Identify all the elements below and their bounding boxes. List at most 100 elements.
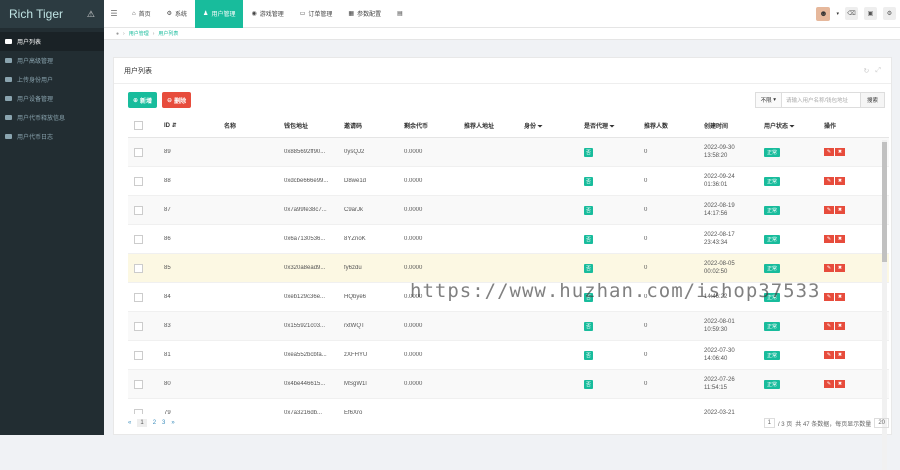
- search-button[interactable]: 搜索: [859, 93, 884, 107]
- breadcrumb-item[interactable]: 用户管理: [129, 30, 149, 37]
- sidebar-item-token-log[interactable]: 用户代币日志: [0, 127, 104, 146]
- delete-icon[interactable]: ✖: [835, 264, 845, 272]
- trash-icon[interactable]: ⌫: [845, 7, 858, 20]
- edit-icon[interactable]: ✎: [824, 380, 834, 388]
- row-checkbox[interactable]: [134, 350, 143, 360]
- agent-badge: 否: [584, 234, 594, 244]
- sidebar-item-label: 用户列表: [17, 40, 42, 46]
- sidebar-item-upload-identity[interactable]: 上传身份用户: [0, 70, 104, 89]
- chevron-down-icon[interactable]: ▾: [836, 11, 839, 17]
- sidebar-item-user-list[interactable]: 用户列表: [0, 32, 104, 51]
- pagination-info: 1 / 3 页 共 47 条数据，每页显示数量 20: [763, 418, 889, 428]
- tab-order-management[interactable]: ▭ 订单管理: [292, 0, 341, 28]
- edit-icon[interactable]: ✎: [824, 148, 834, 156]
- per-page-select[interactable]: 20: [874, 418, 889, 428]
- delete-icon[interactable]: ✖: [835, 206, 845, 214]
- row-checkbox[interactable]: [134, 176, 143, 186]
- table-row[interactable]: 88 0xdcbe666e99... D8we1d 0.0000 否 0 2022-09-2…: [128, 167, 889, 196]
- delete-button[interactable]: ⊖ 删除: [162, 92, 192, 108]
- tab-label: 订单管理: [308, 12, 333, 18]
- cell-wallet: 0x885692ff90...: [284, 149, 326, 155]
- col-status[interactable]: 用户状态 ⏷: [758, 121, 818, 131]
- edit-icon[interactable]: ✎: [824, 293, 834, 301]
- table-row[interactable]: 89 0x885692ff90... 0ysQJ2 0.0000 否 0 2022-09-3…: [128, 138, 889, 167]
- edit-icon[interactable]: ✎: [824, 206, 834, 214]
- menu-toggle-icon[interactable]: ☰: [104, 9, 124, 18]
- cell-tokens: 0.0000: [404, 178, 423, 184]
- panel-title: 用户列表: [124, 67, 152, 75]
- sidebar-item-token-release[interactable]: 用户代币释放信息: [0, 108, 104, 127]
- page-prev[interactable]: «: [128, 420, 131, 426]
- tab-user-management[interactable]: ♟ 用户管理: [195, 0, 244, 28]
- tab-more[interactable]: ▤: [389, 0, 411, 28]
- table-row[interactable]: 80 0x4be446615... MSgW1l 0.0000 否 0 2022-07-26…: [128, 370, 889, 399]
- delete-icon[interactable]: ✖: [835, 351, 845, 359]
- cell-wallet: 0x4be446615...: [284, 381, 326, 387]
- row-checkbox[interactable]: [134, 205, 143, 215]
- row-checkbox[interactable]: [134, 321, 143, 331]
- edit-icon[interactable]: ✎: [824, 264, 834, 272]
- tab-game-management[interactable]: ◉ 游戏管理: [243, 0, 291, 28]
- delete-icon[interactable]: ✖: [835, 177, 845, 185]
- app-title: Rich Tiger: [9, 7, 64, 21]
- bell-icon[interactable]: ⚠: [87, 9, 95, 20]
- col-id[interactable]: ID ⇵: [158, 122, 218, 129]
- row-checkbox[interactable]: [134, 147, 143, 157]
- col-agent[interactable]: 是否代理 ⏷: [578, 121, 638, 131]
- table-row[interactable]: 86 0x6a7130536... 8YZnoK 0.0000 否 0 2022-08-17…: [128, 225, 889, 254]
- page-2[interactable]: 2: [153, 420, 156, 426]
- delete-icon[interactable]: ✖: [835, 235, 845, 243]
- edit-icon[interactable]: ✎: [824, 177, 834, 185]
- tab-config[interactable]: ▦ 参数配置: [340, 0, 389, 28]
- table-row[interactable]: 87 0x7a99fe38c7... C9arJk 0.0000 否 0 2022-08-1…: [128, 196, 889, 225]
- search-input[interactable]: 请输入用户名称/钱包地址: [782, 93, 860, 107]
- tab-home[interactable]: ⌂ 首页: [124, 0, 159, 28]
- fullscreen-icon[interactable]: ▣: [864, 7, 877, 20]
- app-logo[interactable]: Rich Tiger ⚠: [0, 0, 104, 28]
- row-checkbox[interactable]: [134, 263, 143, 273]
- breadcrumb-item[interactable]: 用户列表: [158, 30, 178, 37]
- panel-header: 用户列表 ↻ ⤢: [114, 58, 891, 84]
- scrollbar-thumb[interactable]: [882, 142, 887, 262]
- row-checkbox[interactable]: [134, 408, 143, 414]
- search-group: 不限 ▾ 请输入用户名称/钱包地址 搜索: [754, 92, 885, 108]
- page-next[interactable]: »: [171, 420, 174, 426]
- status-badge: 正常: [764, 379, 781, 389]
- page-1[interactable]: 1: [137, 419, 147, 427]
- delete-icon[interactable]: ✖: [835, 380, 845, 388]
- delete-icon[interactable]: ✖: [835, 322, 845, 330]
- edit-icon[interactable]: ✎: [824, 235, 834, 243]
- add-button[interactable]: ⊕ 新增: [128, 92, 158, 108]
- settings-icon[interactable]: ⚙: [883, 7, 896, 20]
- table-row[interactable]: 85 0x320a8ead9... fy6zdu 0.0000 否 0 2022-08-05…: [128, 254, 889, 283]
- cell-wallet: 0x7a3216db...: [284, 410, 323, 414]
- avatar[interactable]: ☻: [816, 6, 831, 21]
- folder-icon: [5, 134, 12, 139]
- tab-system[interactable]: ⚙ 系统: [159, 0, 195, 28]
- expand-icon[interactable]: ⤢: [875, 67, 881, 75]
- sidebar-item-device[interactable]: 用户设备管理: [0, 89, 104, 108]
- cell-tokens: 0.0000: [404, 236, 423, 242]
- delete-icon[interactable]: ✖: [835, 293, 845, 301]
- table-row[interactable]: 79 0x7a3216db... Ef6Xro 2022-03-21: [128, 399, 889, 414]
- search-filter-select[interactable]: 不限 ▾: [755, 93, 782, 107]
- cell-created: 2022-08-01 10:59:30: [704, 319, 735, 333]
- delete-icon[interactable]: ✖: [835, 148, 845, 156]
- row-checkbox[interactable]: [134, 292, 143, 302]
- table-row[interactable]: 83 0x155921c03... rxtWQT 0.0000 否 0 2022-08-01…: [128, 312, 889, 341]
- table-row[interactable]: 81 0xea552bcbfa... zXFHYU 0.0000 否 0 2022-07-3…: [128, 341, 889, 370]
- edit-icon[interactable]: ✎: [824, 351, 834, 359]
- sidebar-item-user-advanced[interactable]: 用户高级管理: [0, 51, 104, 70]
- select-all-checkbox[interactable]: [134, 121, 143, 130]
- cell-actions: ✎ ✖: [818, 235, 878, 243]
- col-identity[interactable]: 身份 ⏷: [518, 121, 578, 131]
- edit-icon[interactable]: ✎: [824, 322, 834, 330]
- watermark-text: https://www.huzhan.com/ishop37533: [410, 280, 821, 302]
- page-3[interactable]: 3: [162, 420, 165, 426]
- row-checkbox[interactable]: [134, 234, 143, 244]
- page-jump-input[interactable]: 1: [763, 418, 775, 428]
- cell-created: 2022-08-05 00:02:50: [704, 261, 735, 275]
- cell-id: 83: [164, 323, 171, 329]
- row-checkbox[interactable]: [134, 379, 143, 389]
- refresh-icon[interactable]: ↻: [864, 67, 870, 75]
